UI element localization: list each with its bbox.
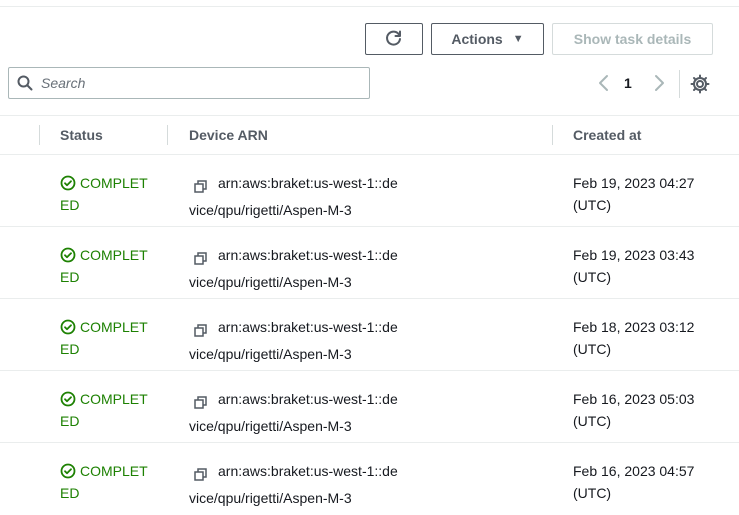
check-circle-icon	[60, 463, 76, 485]
device-arn-text: arn:aws:braket:us-west-1::device/qpu/rig…	[189, 247, 398, 290]
refresh-icon	[385, 29, 403, 50]
column-divider	[167, 125, 168, 145]
column-divider	[552, 125, 553, 145]
device-arn-text: arn:aws:braket:us-west-1::device/qpu/rig…	[189, 175, 398, 218]
actions-label: Actions	[451, 31, 503, 47]
current-page-number[interactable]: 1	[624, 75, 632, 91]
actions-dropdown-button[interactable]: Actions ▼	[431, 23, 544, 55]
table-row: COMPLETED arn:aws:braket:us-west-1::devi…	[0, 371, 739, 443]
status-cell: COMPLETED	[60, 388, 155, 432]
device-arn-cell: arn:aws:braket:us-west-1::device/qpu/rig…	[189, 386, 404, 440]
status-cell: COMPLETED	[60, 244, 155, 288]
top-divider	[0, 6, 739, 7]
created-at-cell: Feb 18, 2023 03:12 (UTC)	[573, 319, 695, 357]
status-cell: COMPLETED	[60, 172, 155, 216]
device-arn-text: arn:aws:braket:us-west-1::device/qpu/rig…	[189, 463, 398, 506]
search-icon	[17, 75, 33, 91]
refresh-button[interactable]	[365, 23, 423, 55]
created-at-cell: Feb 19, 2023 04:27 (UTC)	[573, 175, 695, 213]
copy-icon[interactable]	[194, 392, 208, 419]
pagination-divider	[679, 70, 680, 98]
chevron-right-icon[interactable]	[651, 74, 667, 97]
copy-icon[interactable]	[194, 176, 208, 203]
copy-icon[interactable]	[194, 464, 208, 491]
created-at-cell: Feb 16, 2023 05:03 (UTC)	[573, 391, 695, 429]
column-header-device-arn[interactable]: Device ARN	[189, 127, 268, 143]
search-input[interactable]: Search	[8, 67, 370, 99]
table-row: COMPLETED arn:aws:braket:us-west-1::devi…	[0, 443, 739, 515]
device-arn-cell: arn:aws:braket:us-west-1::device/qpu/rig…	[189, 242, 404, 296]
check-circle-icon	[60, 175, 76, 197]
caret-down-icon: ▼	[512, 33, 524, 45]
column-header-status[interactable]: Status	[60, 127, 103, 143]
copy-icon[interactable]	[194, 248, 208, 275]
show-task-details-label: Show task details	[573, 31, 692, 47]
show-task-details-button[interactable]: Show task details	[552, 23, 713, 55]
device-arn-cell: arn:aws:braket:us-west-1::device/qpu/rig…	[189, 458, 404, 512]
status-cell: COMPLETED	[60, 460, 155, 504]
created-at-cell: Feb 16, 2023 04:57 (UTC)	[573, 463, 695, 501]
chevron-left-icon[interactable]	[596, 74, 612, 97]
check-circle-icon	[60, 247, 76, 269]
status-cell: COMPLETED	[60, 316, 155, 360]
column-divider	[39, 125, 40, 145]
gear-icon[interactable]	[690, 74, 710, 99]
device-arn-cell: arn:aws:braket:us-west-1::device/qpu/rig…	[189, 314, 404, 368]
search-placeholder: Search	[41, 75, 86, 91]
copy-icon[interactable]	[194, 320, 208, 347]
check-circle-icon	[60, 391, 76, 413]
column-header-created-at[interactable]: Created at	[573, 127, 641, 143]
table-row: COMPLETED arn:aws:braket:us-west-1::devi…	[0, 155, 739, 227]
check-circle-icon	[60, 319, 76, 341]
created-at-cell: Feb 19, 2023 03:43 (UTC)	[573, 247, 695, 285]
device-arn-text: arn:aws:braket:us-west-1::device/qpu/rig…	[189, 391, 398, 434]
table-row: COMPLETED arn:aws:braket:us-west-1::devi…	[0, 299, 739, 371]
device-arn-cell: arn:aws:braket:us-west-1::device/qpu/rig…	[189, 170, 404, 224]
device-arn-text: arn:aws:braket:us-west-1::device/qpu/rig…	[189, 319, 398, 362]
table-row: COMPLETED arn:aws:braket:us-west-1::devi…	[0, 227, 739, 299]
table-header-top-border	[0, 115, 739, 116]
